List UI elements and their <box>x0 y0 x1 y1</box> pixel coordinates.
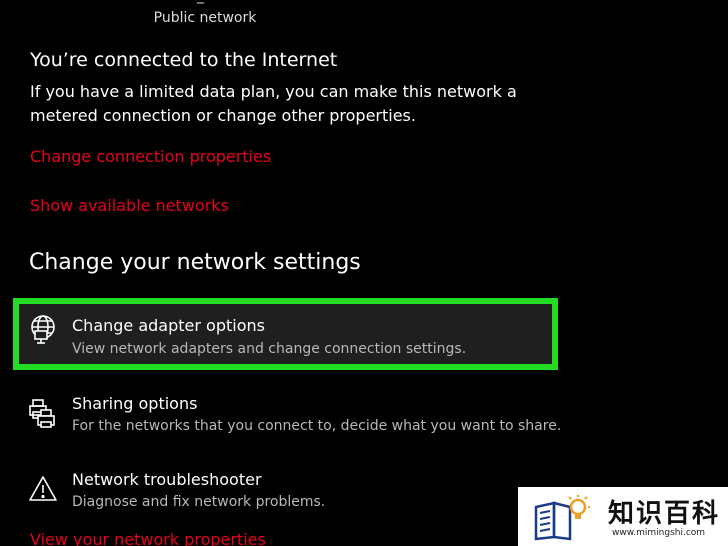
sharing-printer-icon <box>29 399 55 428</box>
section-title: Change your network settings <box>29 250 361 275</box>
globe-adapter-icon <box>31 315 55 344</box>
warning-triangle-icon <box>29 476 57 501</box>
network-troubleshooter-item[interactable]: Network troubleshooter Diagnose and fix … <box>16 460 561 524</box>
watermark-url: www.mimingshi.com <box>612 528 706 538</box>
option-description: For the networks that you connect to, de… <box>72 418 562 434</box>
network-name: b315_1540b <box>0 0 410 4</box>
change-adapter-options-item[interactable]: Change adapter options View network adap… <box>13 298 558 370</box>
option-title: Change adapter options <box>72 316 265 335</box>
option-title: Sharing options <box>72 394 198 413</box>
show-available-networks-link[interactable]: Show available networks <box>30 196 229 215</box>
sharing-options-item[interactable]: Sharing options For the networks that yo… <box>16 384 561 448</box>
watermark-logo: 知识百科 www.mimingshi.com <box>518 487 728 546</box>
network-type: Public network <box>153 10 257 26</box>
network-status-page: b315_1540b Public network You’re connect… <box>0 0 728 546</box>
connection-status-title: You’re connected to the Internet <box>30 49 338 71</box>
option-description: View network adapters and change connect… <box>72 341 467 357</box>
option-title: Network troubleshooter <box>72 470 262 489</box>
view-network-properties-link[interactable]: View your network properties <box>30 530 266 546</box>
watermark-chinese-text: 知识百科 <box>608 499 721 529</box>
change-connection-properties-link[interactable]: Change connection properties <box>30 147 271 166</box>
connection-status-description: If you have a limited data plan, you can… <box>30 82 517 125</box>
book-bulb-logo-icon <box>534 495 590 541</box>
option-description: Diagnose and fix network problems. <box>72 494 326 510</box>
